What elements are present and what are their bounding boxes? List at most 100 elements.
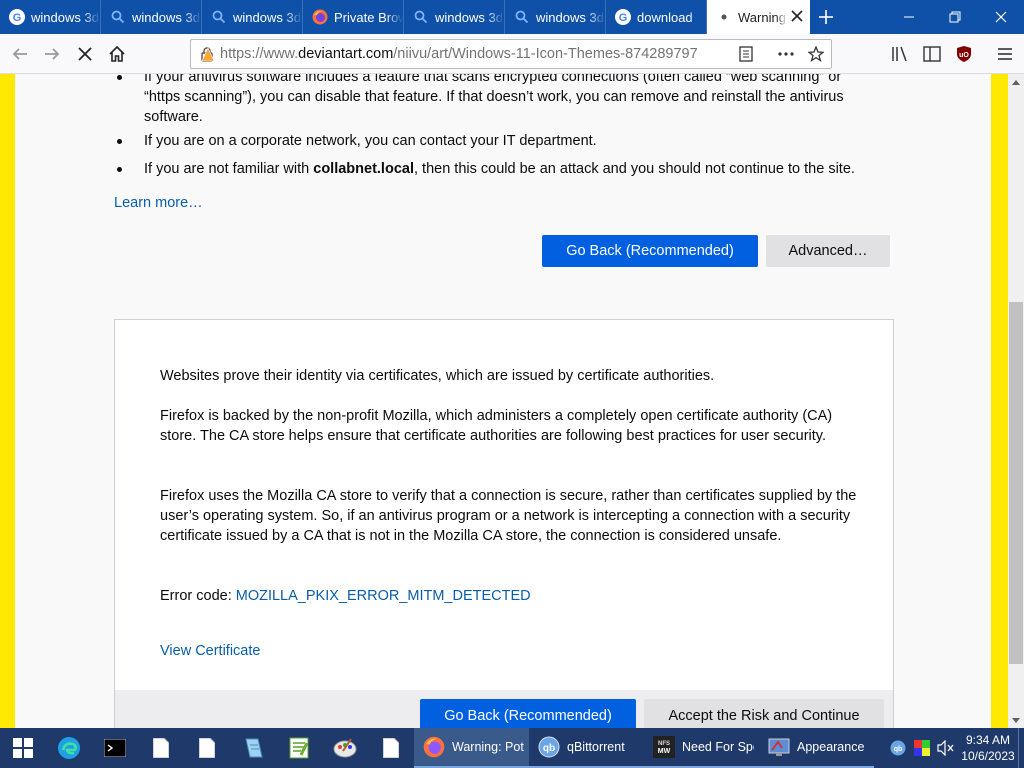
taskbar-app-need-for-speed[interactable]: NFSMW Need For Speed Most Wanted <box>644 728 759 768</box>
qbittorrent-icon: qb <box>537 735 561 759</box>
close-window-button[interactable] <box>978 0 1024 34</box>
back-arrow-icon <box>12 48 27 60</box>
page-actions-icon[interactable] <box>771 40 801 68</box>
appearance-icon <box>767 735 791 759</box>
system-tray: qb 9:34 AM 10/6/2023 <box>886 728 1024 768</box>
address-bar[interactable]: https://www.deviantart.com/niivu/art/Win… <box>190 39 832 69</box>
tab-label: windows 3d <box>132 9 200 25</box>
error-code-link[interactable]: MOZILLA_PKIX_ERROR_MITM_DETECTED <box>236 588 531 604</box>
view-certificate-row: View Certificate <box>160 641 860 661</box>
notepadpp-taskbar-button[interactable] <box>276 728 322 768</box>
stop-button[interactable] <box>71 40 99 68</box>
advanced-panel-footer: Go Back (Recommended) Accept the Risk an… <box>115 690 893 728</box>
taskbar-app-firefox[interactable]: Warning: Potential Security Risk <box>414 728 529 768</box>
tab-windows-3d-1[interactable]: G windows 3d <box>0 0 101 34</box>
ublock-extension-button[interactable]: uO <box>950 40 978 68</box>
search-icon <box>413 9 429 25</box>
bookmark-star-icon[interactable] <box>801 40 831 68</box>
sidebar-button[interactable] <box>918 40 946 68</box>
library-button[interactable] <box>886 40 914 68</box>
show-desktop-button[interactable] <box>1018 728 1024 768</box>
list-item-text: If you are on a corporate network, you c… <box>144 133 597 149</box>
hamburger-menu-icon <box>998 48 1012 60</box>
go-back-button[interactable]: Go Back (Recommended) <box>542 235 758 267</box>
tab-windows-3d-4[interactable]: windows 3d <box>404 0 505 34</box>
tab-download[interactable]: G download <box>606 0 707 34</box>
volume-muted-icon[interactable] <box>934 728 958 768</box>
new-tab-button[interactable] <box>810 0 842 34</box>
blank-document-icon <box>383 738 399 758</box>
notepad-taskbar-button[interactable] <box>230 728 276 768</box>
edge-icon <box>58 737 80 759</box>
forward-button[interactable] <box>38 40 66 68</box>
loading-dot-icon <box>716 9 732 25</box>
restore-icon <box>949 11 961 23</box>
edge-taskbar-button[interactable] <box>46 728 92 768</box>
view-certificate-link[interactable]: View Certificate <box>160 643 260 659</box>
document-taskbar-button[interactable] <box>138 728 184 768</box>
tab-label: windows 3d <box>536 9 604 25</box>
notepad-icon <box>245 738 263 758</box>
scroll-up-arrow-icon[interactable] <box>1008 74 1024 90</box>
document-taskbar-button-3[interactable] <box>368 728 414 768</box>
url-text[interactable]: https://www.deviantart.com/niivu/art/Win… <box>220 46 698 62</box>
back-button[interactable] <box>6 40 34 68</box>
home-button[interactable] <box>103 40 131 68</box>
ublock-origin-icon: uO <box>957 46 971 62</box>
document-taskbar-button-2[interactable] <box>184 728 230 768</box>
advanced-panel: Websites prove their identity via certif… <box>114 319 894 728</box>
scrollbar-thumb[interactable] <box>1009 302 1023 664</box>
start-button[interactable] <box>0 728 46 768</box>
mozilla-ca-store-explanation: Firefox uses the Mozilla CA store to ver… <box>160 488 857 544</box>
tab-label: download <box>637 9 693 25</box>
restore-button[interactable] <box>932 0 978 34</box>
taskbar-app-label: Warning: Potential Security Risk <box>452 740 524 754</box>
tab-label: windows 3d <box>435 9 503 25</box>
tab-private-browsing[interactable]: Private Browsing <box>303 0 404 34</box>
insecure-lock-icon[interactable] <box>199 46 215 67</box>
firefox-icon <box>422 735 446 759</box>
navigation-toolbar: https://www.deviantart.com/niivu/art/Win… <box>0 34 1024 74</box>
paint-icon <box>333 738 357 758</box>
taskbar-app-qbittorrent[interactable]: qb qBittorrent <box>529 728 644 768</box>
menu-button[interactable] <box>991 40 1019 68</box>
color-tray-icon[interactable] <box>910 728 934 768</box>
warning-stripe-right <box>991 74 1008 728</box>
minimize-button[interactable] <box>886 0 932 34</box>
firefox-icon <box>312 9 328 25</box>
accept-risk-button[interactable]: Accept the Risk and Continue <box>644 699 884 728</box>
list-item-text: If your antivirus software includes a fe… <box>144 74 844 125</box>
clock[interactable]: 9:34 AM 10/6/2023 <box>958 732 1018 764</box>
svg-text:NFS: NFS <box>658 741 670 747</box>
clock-time: 9:34 AM <box>965 733 1011 747</box>
minimize-icon <box>904 16 914 18</box>
url-separator <box>761 40 771 68</box>
notepad-plus-plus-icon <box>289 737 309 759</box>
error-page: If your antivirus software includes a fe… <box>0 74 1008 728</box>
learn-more-link[interactable]: Learn more… <box>114 195 203 211</box>
tab-windows-3d-5[interactable]: windows 3d <box>505 0 606 34</box>
advanced-button[interactable]: Advanced… <box>766 235 890 267</box>
tab-label: Private Browsing <box>334 9 403 25</box>
svg-text:uO: uO <box>959 52 969 59</box>
library-icon <box>892 46 907 62</box>
scroll-down-arrow-icon[interactable] <box>1008 712 1024 728</box>
list-item: If your antivirus software includes a fe… <box>117 74 870 127</box>
domain-name: collabnet.local <box>313 161 414 177</box>
stop-icon <box>78 47 92 61</box>
tab-warning[interactable]: Warning <box>707 0 810 34</box>
terminal-taskbar-button[interactable] <box>92 728 138 768</box>
error-code-line: Error code: MOZILLA_PKIX_ERROR_MITM_DETE… <box>160 586 860 606</box>
tab-windows-3d-2[interactable]: windows 3d <box>101 0 202 34</box>
paint-taskbar-button[interactable] <box>322 728 368 768</box>
list-item-text-start: If you are not familiar with <box>144 161 314 177</box>
home-icon <box>109 45 125 62</box>
tab-windows-3d-3[interactable]: windows 3d <box>202 0 303 34</box>
reader-view-icon[interactable] <box>731 40 761 68</box>
warning-stripe-left <box>0 74 15 728</box>
qbittorrent-tray-icon[interactable]: qb <box>886 728 910 768</box>
close-tab-icon[interactable] <box>790 9 804 23</box>
go-back-button-secondary[interactable]: Go Back (Recommended) <box>420 699 636 728</box>
taskbar-app-appearance[interactable]: Appearance <box>759 728 874 768</box>
svg-text:G: G <box>13 12 22 24</box>
